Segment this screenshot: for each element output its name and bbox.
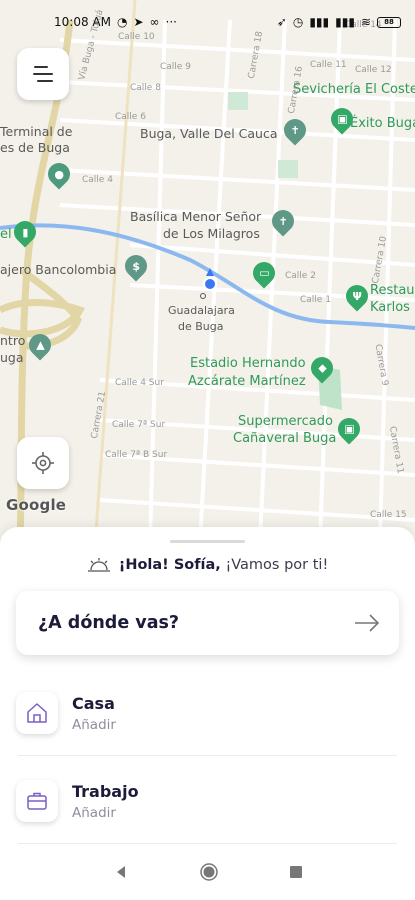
place-work[interactable]: Trabajo Añadir <box>16 767 399 835</box>
map-label-sevicheria: Sevichería El Coste <box>293 82 415 97</box>
map-label-el: el <box>0 227 12 242</box>
street-calle-7b-sur: Calle 7ª B Sur <box>105 450 168 460</box>
greeting: ¡Hola! Sofía, ¡Vamos por ti! <box>0 557 415 573</box>
status-left: 10:08 AM ◔ ➤ ∞ ··· <box>54 15 177 29</box>
place-home-subtitle: Añadir <box>72 716 116 733</box>
greeting-text: ¡Vamos por ti! <box>225 557 329 573</box>
menu-icon-line <box>34 66 48 68</box>
map-label-centro: ntro <box>0 333 26 348</box>
place-home[interactable]: Casa Añadir <box>16 679 399 747</box>
sheet-handle[interactable] <box>170 540 245 543</box>
sunrise-icon <box>87 558 110 572</box>
arrow-right-icon <box>355 614 380 632</box>
send-icon: ➤ <box>133 15 144 29</box>
status-right: ➶ ◷ ▮▮▮ ▮▮▮ ≋ 88 <box>277 15 401 29</box>
battery-icon: 88 <box>377 16 401 28</box>
street-calle-11: Calle 11 <box>310 60 347 70</box>
greeting-name: ¡Hola! Sofía, <box>118 557 221 573</box>
signal2-icon: ▮▮▮ <box>335 15 355 29</box>
recents-icon[interactable] <box>289 865 303 879</box>
menu-icon-line <box>33 73 53 75</box>
street-calle-8: Calle 8 <box>130 83 161 93</box>
location-icon: ➶ <box>276 15 287 29</box>
street-calle-7-sur: Calle 7ª Sur <box>112 420 166 430</box>
street-calle-6: Calle 6 <box>115 112 146 122</box>
destination-search-button[interactable]: ¿A dónde vas? <box>16 591 399 655</box>
street-calle-4-sur: Calle 4 Sur <box>115 378 164 388</box>
street-calle-4: Calle 4 <box>82 175 113 185</box>
map-label-exito: Éxito Buga <box>350 116 415 131</box>
wifi-icon: ≋ <box>360 15 371 29</box>
map-label-estadio-2: Azcárate Martínez <box>188 374 306 389</box>
map-label-guadalajara-2: de Buga <box>178 320 224 333</box>
map-label-restaurante-2: Karlos <box>370 300 410 315</box>
briefcase-icon <box>16 780 58 822</box>
street-calle-12: Calle 12 <box>355 65 392 75</box>
signal-icon: ▮▮▮ <box>309 15 330 29</box>
map-label-supermercado-2: Cañaveral Buga <box>233 431 337 446</box>
map-label-terminal: Terminal de <box>0 124 73 139</box>
link-icon: ∞ <box>149 15 160 29</box>
home-icon <box>16 692 58 734</box>
more-icon: ··· <box>165 15 177 29</box>
status-time: 10:08 AM <box>54 15 111 29</box>
map-label-basilica: Basílica Menor Señor <box>130 209 262 224</box>
system-nav-bar <box>0 844 415 900</box>
place-work-subtitle: Añadir <box>72 804 116 821</box>
map-label-terminal-2: es de Buga <box>0 140 70 155</box>
street-calle-9: Calle 9 <box>160 62 191 72</box>
map-label-cajero: ajero Bancolombia <box>0 262 117 277</box>
menu-button[interactable] <box>17 48 69 100</box>
map-label-centro-2: uga <box>0 350 24 365</box>
my-location-button[interactable] <box>17 437 69 489</box>
alarm-icon: ◷ <box>292 15 304 29</box>
map-label-buga: Buga, Valle Del Cauca <box>140 126 278 141</box>
divider <box>18 755 397 756</box>
map-label-restaurante: Restau <box>370 283 415 298</box>
place-home-title: Casa <box>72 693 115 713</box>
map-label-estadio: Estadio Hernando <box>190 356 306 371</box>
street-calle-2: Calle 2 <box>285 271 316 281</box>
back-icon[interactable] <box>113 864 129 880</box>
map-label-basilica-2: de Los Milagros <box>163 226 260 241</box>
place-work-title: Trabajo <box>72 781 139 801</box>
map-label-supermercado: Supermercado <box>238 414 333 429</box>
status-bar: 10:08 AM ◔ ➤ ∞ ··· ➶ ◷ ▮▮▮ ▮▮▮ ≋ 88 <box>0 0 415 44</box>
crosshair-icon <box>32 452 54 474</box>
street-calle-15: Calle 15 <box>370 510 407 520</box>
whatsapp-icon: ◔ <box>116 15 128 29</box>
map-label-guadalajara: Guadalajara <box>168 304 235 317</box>
menu-icon-line <box>37 80 53 82</box>
home-nav-icon[interactable] <box>199 862 219 882</box>
google-logo: Google <box>6 496 67 514</box>
street-calle-1: Calle 1 <box>300 295 331 305</box>
destination-label: ¿A dónde vas? <box>38 613 180 633</box>
